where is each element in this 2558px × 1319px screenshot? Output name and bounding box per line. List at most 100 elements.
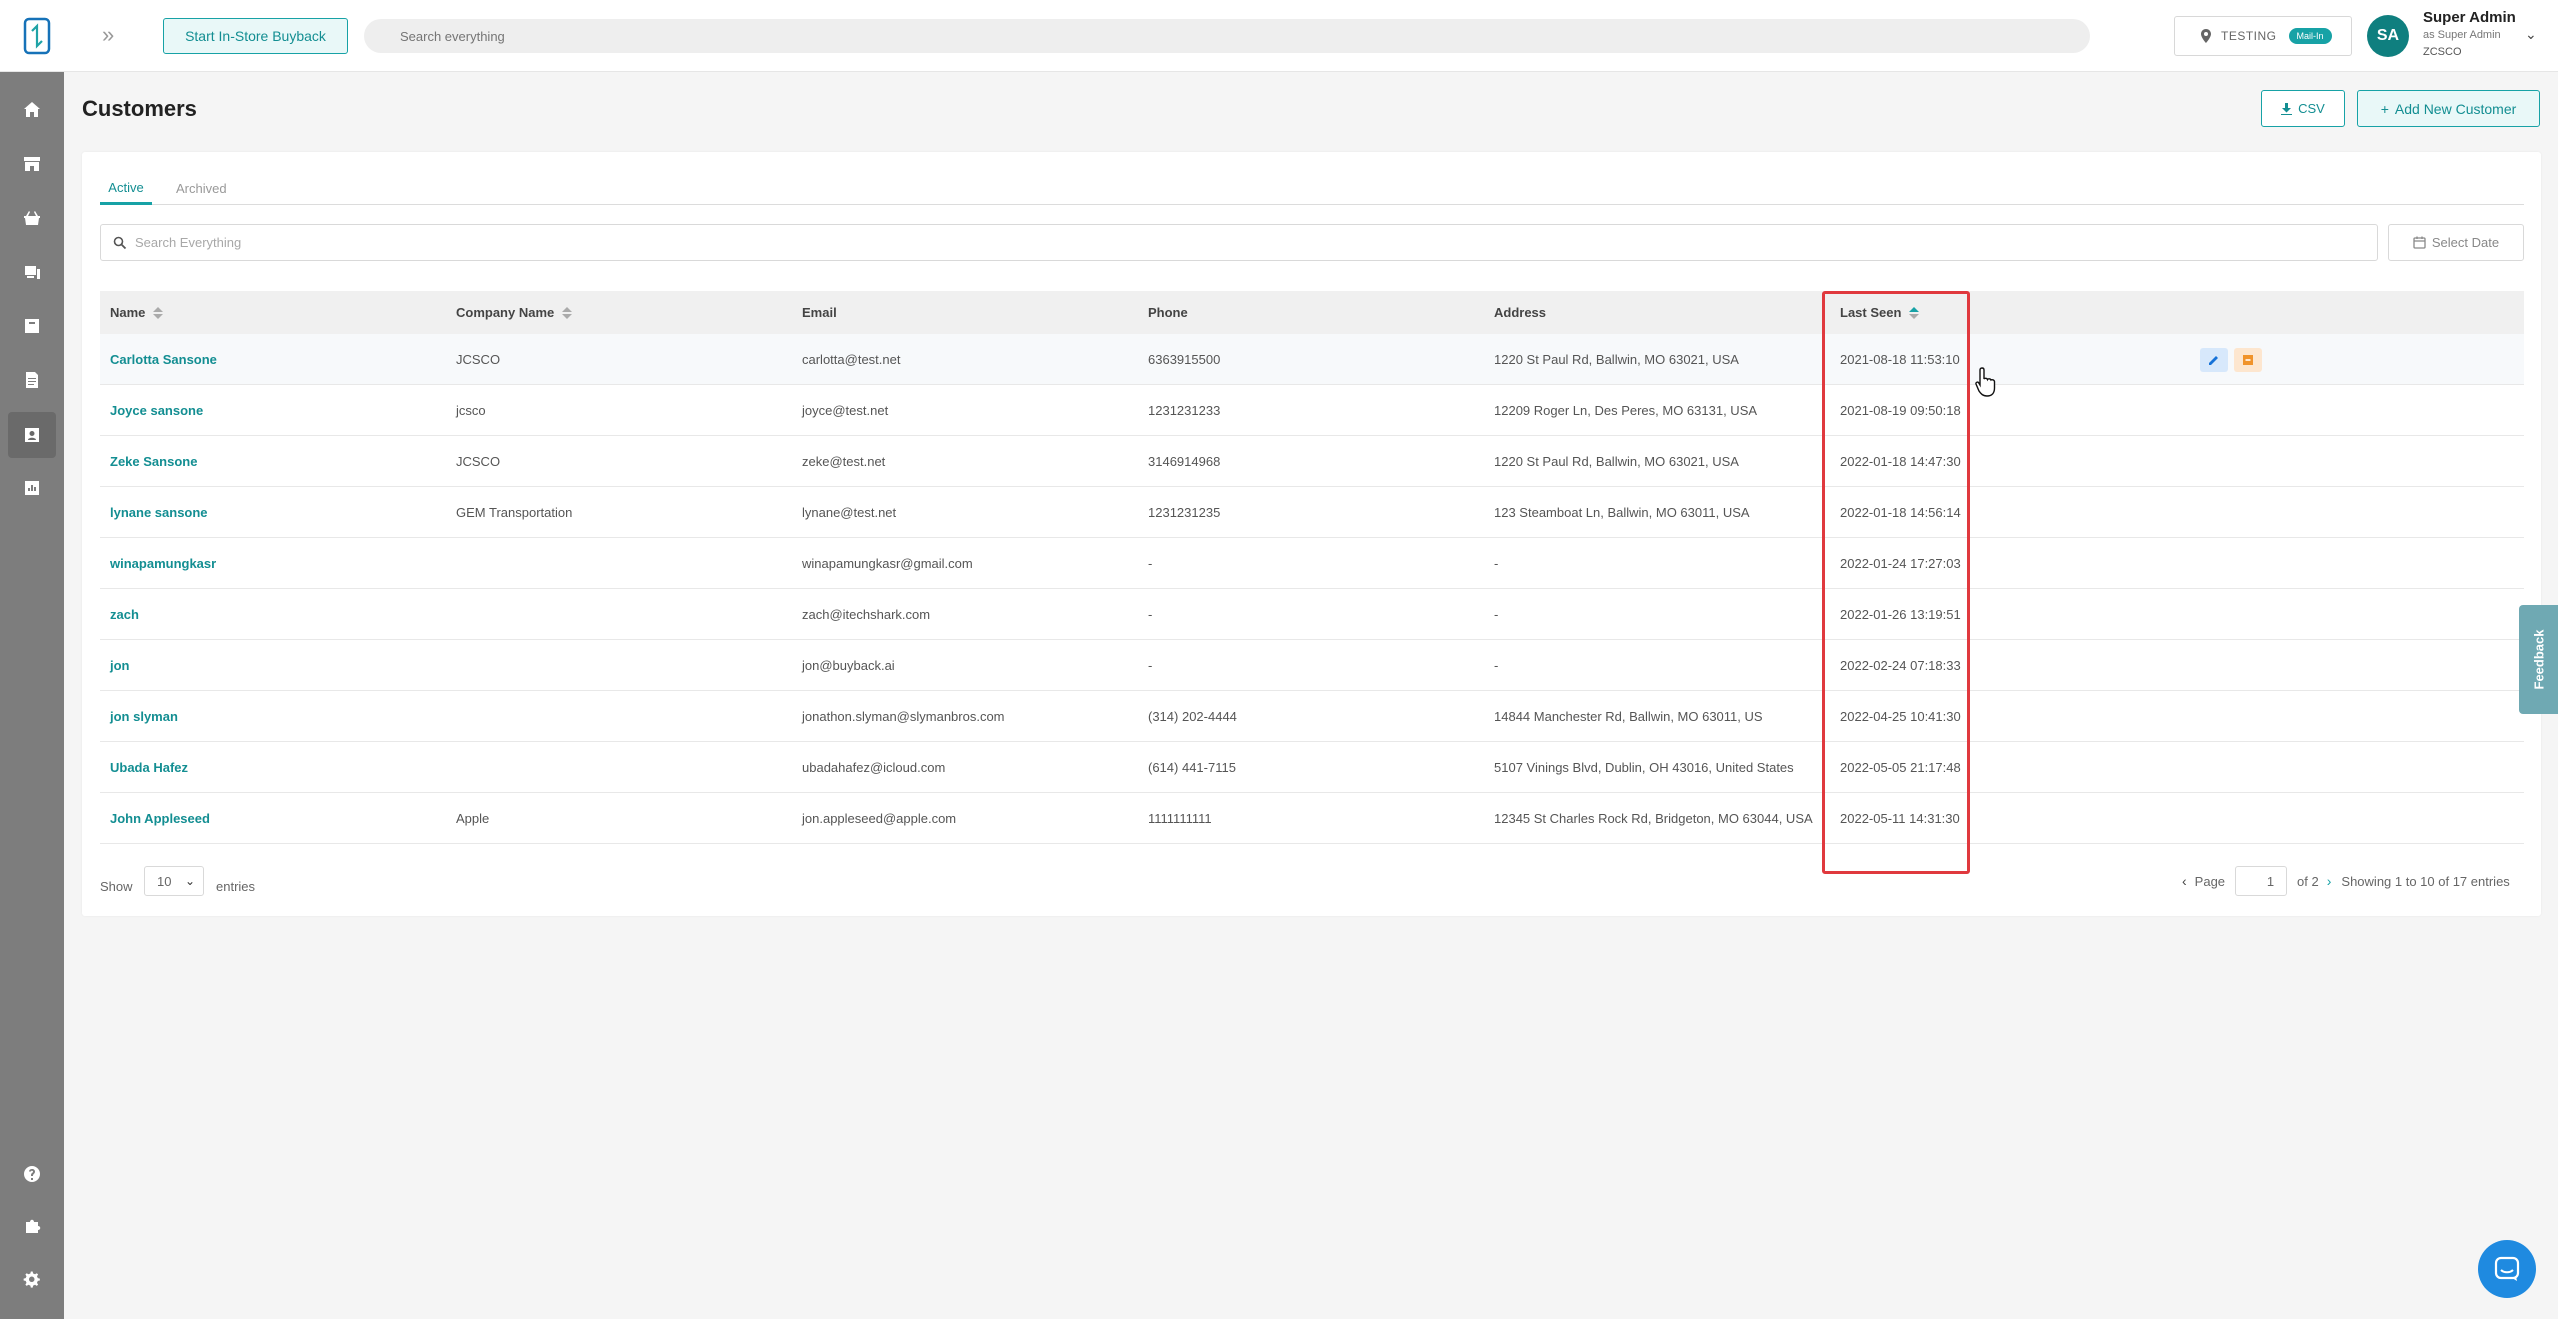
last-seen-cell: 2022-01-26 13:19:51 <box>1840 607 1961 622</box>
store-icon[interactable] <box>20 152 44 176</box>
page-title: Customers <box>82 96 197 121</box>
archive-icon <box>2243 355 2253 365</box>
column-last-seen-label: Last Seen <box>1840 305 1902 320</box>
home-icon[interactable] <box>20 98 44 122</box>
puzzle-icon[interactable] <box>20 1214 44 1238</box>
chevron-down-icon[interactable]: ⌄ <box>2525 26 2537 43</box>
customer-name-link[interactable]: Carlotta Sansone <box>110 334 217 385</box>
address-cell: - <box>1494 556 1499 571</box>
column-company-label: Company Name <box>456 305 555 320</box>
phone-cell: 1231231233 <box>1148 403 1221 418</box>
customers-icon[interactable] <box>8 412 56 458</box>
customer-name-link[interactable]: Zeke Sansone <box>110 436 197 487</box>
table-header: Name Company Name Email Phone Address La… <box>100 291 2524 334</box>
customer-name-link[interactable]: John Appleseed <box>110 793 210 844</box>
chevron-down-icon: ⌄ <box>185 874 196 888</box>
address-cell: 1220 St Paul Rd, Ballwin, MO 63021, USA <box>1494 352 1739 367</box>
company-cell: jcsco <box>456 403 486 418</box>
last-seen-cell: 2022-05-05 21:17:48 <box>1840 760 1961 775</box>
showing-entries-label: Showing 1 to 10 of 17 entries <box>2341 873 2510 889</box>
customer-search-input[interactable]: Search Everything <box>100 224 2378 261</box>
email-cell: jon@buyback.ai <box>802 658 895 673</box>
phone-cell: (614) 441-7115 <box>1148 760 1236 775</box>
table-row[interactable]: Joyce sansone jcsco joyce@test.net 12312312… <box>100 385 2524 436</box>
email-cell: zeke@test.net <box>802 454 886 469</box>
table-row[interactable]: winapamungkasr winapamungkasr@gmail.com - -… <box>100 538 2524 589</box>
table-row[interactable]: zach zach@itechshark.com - - 2022-01-26 13:1… <box>100 589 2524 640</box>
table-row[interactable]: Carlotta Sansone JCSCO carlotta@test.net 63… <box>100 334 2524 385</box>
archive-button[interactable] <box>2234 348 2262 372</box>
last-seen-cell: 2022-02-24 07:18:33 <box>1840 658 1961 673</box>
table-row[interactable]: jon jon@buyback.ai - - 2022-02-24 07:18:33 <box>100 640 2524 691</box>
address-cell: - <box>1494 607 1499 622</box>
column-name-label: Name <box>110 305 146 320</box>
select-date-label: Select Date <box>2431 235 2500 250</box>
sort-ascending-icon[interactable] <box>1909 306 1920 319</box>
tab-bar: Active Archived <box>100 172 2524 205</box>
last-seen-cell: 2022-01-18 14:47:30 <box>1840 454 1961 469</box>
table-row[interactable]: jon slyman jonathon.slyman@slymanbros.com… <box>100 691 2524 742</box>
page-number-input[interactable]: 1 <box>2235 866 2288 896</box>
address-cell: 123 Steamboat Ln, Ballwin, MO 63011, USA <box>1494 505 1750 520</box>
box-icon[interactable] <box>20 314 44 338</box>
customer-name-link[interactable]: jon slyman <box>110 691 178 742</box>
customers-card: Active Archived Search Everything Select… <box>82 152 2541 916</box>
table-row[interactable]: John Appleseed Apple jon.appleseed@apple.c… <box>100 793 2524 844</box>
page-size-select[interactable]: 10 ⌄ <box>144 866 204 896</box>
phone-cell: 6363915500 <box>1148 352 1221 367</box>
reports-icon[interactable] <box>20 476 44 500</box>
user-name: Super Admin <box>2423 9 2516 26</box>
app-logo-icon[interactable] <box>22 17 52 55</box>
table-row[interactable]: Zeke Sansone JCSCO zeke@test.net 3146914968… <box>100 436 2524 487</box>
column-company[interactable]: Company Name <box>456 291 573 334</box>
tab-active[interactable]: Active <box>100 172 152 205</box>
address-cell: 12345 St Charles Rock Rd, Bridgeton, MO … <box>1494 811 1813 826</box>
expand-sidebar-icon[interactable]: » <box>102 24 122 46</box>
plus-icon: + <box>2380 100 2389 117</box>
devices-icon[interactable] <box>20 260 44 284</box>
last-seen-cell: 2022-01-18 14:56:14 <box>1840 505 1961 520</box>
column-phone: Phone <box>1148 305 1188 320</box>
table-row[interactable]: lynane sansone GEM Transportation lynane@t… <box>100 487 2524 538</box>
edit-button[interactable] <box>2200 348 2228 372</box>
column-name[interactable]: Name <box>110 291 164 334</box>
document-icon[interactable] <box>20 368 44 392</box>
address-cell: 5107 Vinings Blvd, Dublin, OH 43016, Uni… <box>1494 760 1794 775</box>
last-seen-cell: 2022-05-11 14:31:30 <box>1840 811 1960 826</box>
customer-name-link[interactable]: Ubada Hafez <box>110 742 188 793</box>
location-pin-icon <box>2201 29 2211 43</box>
customer-name-link[interactable]: winapamungkasr <box>110 538 216 589</box>
table-row[interactable]: Ubada Hafez ubadahafez@icloud.com (614) 44… <box>100 742 2524 793</box>
csv-export-button[interactable]: CSV <box>2261 90 2345 127</box>
show-label: Show <box>100 879 133 894</box>
customer-name-link[interactable]: jon <box>110 640 130 691</box>
add-customer-button[interactable]: + Add New Customer <box>2357 90 2540 127</box>
column-last-seen[interactable]: Last Seen <box>1840 291 1920 334</box>
gear-icon[interactable] <box>20 1268 44 1292</box>
customer-name-link[interactable]: lynane sansone <box>110 487 208 538</box>
tab-archived[interactable]: Archived <box>176 172 227 205</box>
avatar[interactable]: SA <box>2367 15 2409 57</box>
add-customer-label: Add New Customer <box>2394 100 2517 117</box>
help-icon[interactable] <box>20 1162 44 1186</box>
chevron-right-icon[interactable]: › <box>2327 873 2332 889</box>
last-seen-cell: 2022-04-25 10:41:30 <box>1840 709 1961 724</box>
calendar-icon <box>2413 236 2426 249</box>
sort-icon[interactable] <box>153 306 164 319</box>
user-org: ZCSCO <box>2423 46 2462 58</box>
chat-launcher-button[interactable] <box>2478 1240 2536 1298</box>
basket-icon[interactable] <box>20 206 44 230</box>
sort-icon[interactable] <box>562 306 573 319</box>
customer-name-link[interactable]: Joyce sansone <box>110 385 203 436</box>
global-search-input[interactable] <box>364 19 2090 53</box>
phone-cell: - <box>1148 607 1153 622</box>
email-cell: jonathon.slyman@slymanbros.com <box>802 709 1005 724</box>
start-instore-buyback-button[interactable]: Start In-Store Buyback <box>163 18 348 54</box>
chevron-left-icon[interactable]: ‹ <box>2182 873 2187 889</box>
store-selector[interactable]: TESTING Mail-In <box>2174 16 2352 56</box>
feedback-tab[interactable]: Feedback <box>2519 605 2558 714</box>
phone-cell: (314) 202-4444 <box>1148 709 1237 724</box>
select-date-button[interactable]: Select Date <box>2388 224 2524 261</box>
store-name: TESTING <box>2221 29 2277 43</box>
customer-name-link[interactable]: zach <box>110 589 139 640</box>
